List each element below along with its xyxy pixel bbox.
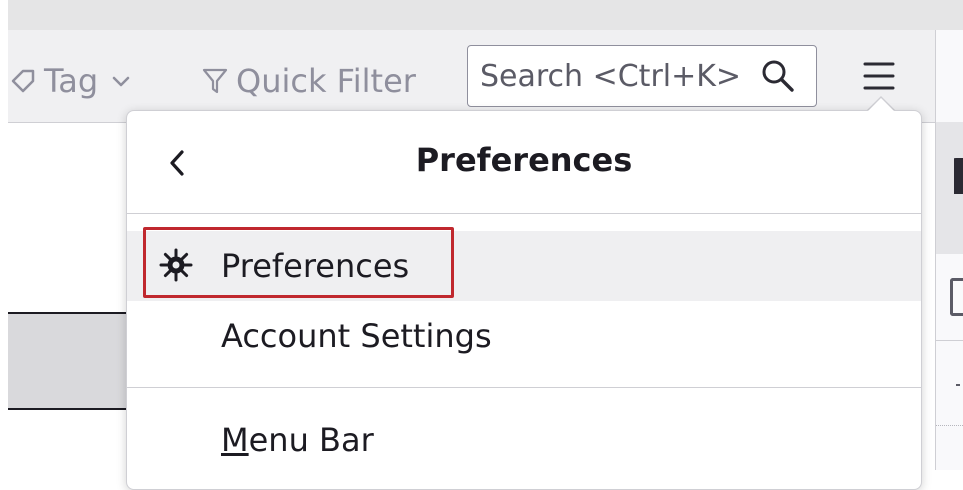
search-box[interactable] [467,45,817,107]
tab-strip [8,0,963,30]
popup-header: Preferences [127,111,921,213]
tag-filter-button[interactable]: Tag [10,62,132,100]
quick-filter-button[interactable]: Quick Filter [202,62,416,100]
hamburger-menu-icon [863,62,895,90]
menu-separator [127,213,921,214]
search-input[interactable] [480,58,758,94]
window-edge [0,0,8,470]
menu-item-label: Account Settings [221,317,492,355]
menu-item-account-settings[interactable]: Account Settings [127,301,921,371]
attachment-icon [950,278,963,316]
quick-filter-label: Quick Filter [236,62,416,100]
tag-filter-label: Tag [44,62,99,100]
menu-item-preferences[interactable]: Preferences [127,231,921,301]
app-menu-button[interactable] [858,54,900,98]
menu-item-label: Menu Bar [221,421,374,459]
menu-item-label: Preferences [221,247,410,285]
search-icon [762,60,794,92]
dotted-separator [936,425,963,426]
menu-separator [127,387,921,388]
selected-thread-row[interactable] [8,314,128,408]
app-menu-popup: Preferences Preferences Account Settings… [126,110,922,490]
pane-glyph-fragment [956,384,960,386]
gear-icon [159,248,193,282]
popup-title: Preferences [415,141,633,179]
popup-arrow-fill [868,98,894,111]
filter-icon [202,68,228,94]
thread-list-border [8,408,128,410]
menu-item-menu-bar[interactable]: Menu Bar [127,405,921,475]
pane-separator [936,340,963,341]
menu-item-label-rest: enu Bar [248,421,374,459]
menu-item-accesskey: M [221,421,249,459]
tag-icon [11,69,35,93]
chevron-down-icon [112,76,130,87]
